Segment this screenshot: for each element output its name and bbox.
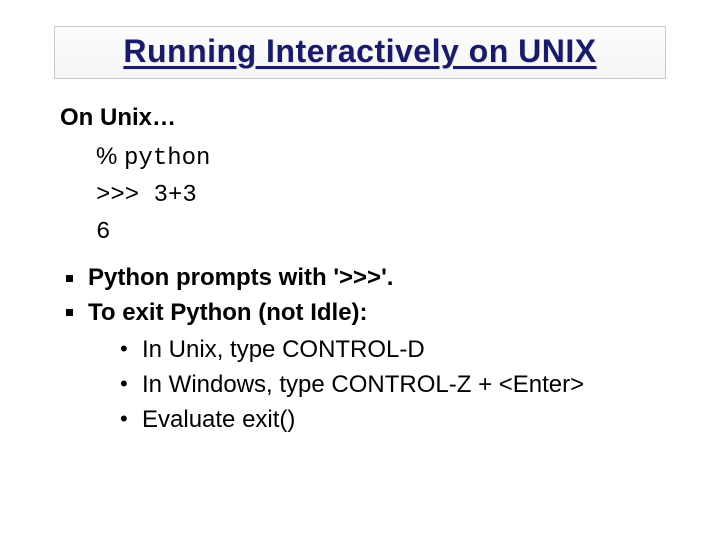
bullet-1-text: Python prompts with '>>>'. xyxy=(88,264,393,291)
code-block: % python >>> 3+3 6 xyxy=(96,138,688,252)
bullet-list: Python prompts with '>>>'. To exit Pytho… xyxy=(60,261,688,437)
bullet-2: To exit Python (not Idle): In Unix, type… xyxy=(60,296,688,437)
sub-bullet-2-text: In Windows, type CONTROL-Z + <Enter> xyxy=(142,371,584,398)
slide: Running Interactively on UNIX On Unix… %… xyxy=(0,0,720,540)
shell-prompt: % xyxy=(96,143,124,170)
sub-bullet-list: In Unix, type CONTROL-D In Windows, type… xyxy=(118,333,688,437)
sub-bullet-3: Evaluate exit() xyxy=(118,403,688,438)
code-line-2: >>> 3+3 xyxy=(96,177,688,214)
sub-bullet-1-text: In Unix, type CONTROL-D xyxy=(142,336,425,363)
shell-command: python xyxy=(124,145,210,172)
title-box: Running Interactively on UNIX xyxy=(54,26,666,79)
code-line-3: 6 xyxy=(96,214,688,251)
bullet-2-text: To exit Python (not Idle): xyxy=(88,299,368,326)
slide-title: Running Interactively on UNIX xyxy=(123,33,596,70)
intro-line: On Unix… xyxy=(60,101,688,136)
sub-bullet-3-text: Evaluate exit() xyxy=(142,406,295,433)
code-line-1: % python xyxy=(96,138,688,177)
slide-body: On Unix… % python >>> 3+3 6 Python promp… xyxy=(32,101,688,437)
sub-bullet-1: In Unix, type CONTROL-D xyxy=(118,333,688,368)
sub-bullet-2: In Windows, type CONTROL-Z + <Enter> xyxy=(118,368,688,403)
bullet-1: Python prompts with '>>>'. xyxy=(60,261,688,296)
